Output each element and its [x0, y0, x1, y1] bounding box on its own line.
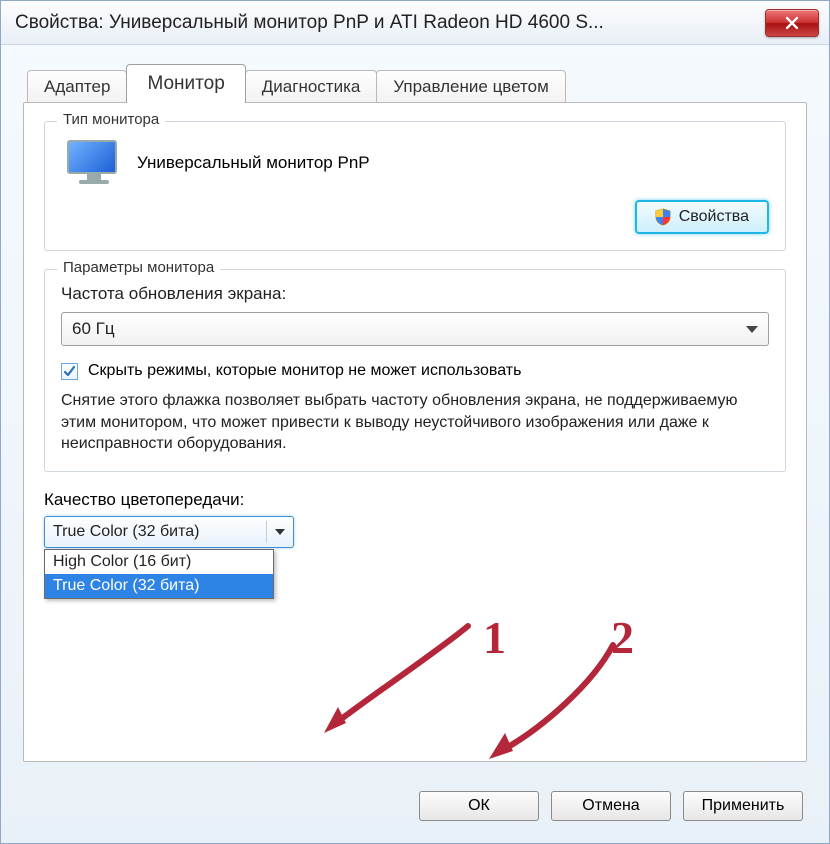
hide-modes-label: Скрыть режимы, которые монитор не может … — [88, 362, 521, 380]
hide-modes-help-text: Снятие этого флажка позволяет выбрать ча… — [61, 390, 769, 455]
tabstrip: Адаптер Монитор Диагностика Управление ц… — [27, 63, 807, 102]
group-monitor-settings: Параметры монитора Частота обновления эк… — [44, 269, 786, 472]
titlebar: Свойства: Универсальный монитор PnP и AT… — [1, 1, 829, 45]
hide-modes-checkbox[interactable] — [61, 363, 78, 380]
monitor-device-name: Универсальный монитор PnP — [137, 153, 370, 173]
dialog-button-row: ОК Отмена Применить — [419, 791, 803, 821]
monitor-device-row: Универсальный монитор PnP — [61, 136, 769, 200]
tab-adapter[interactable]: Адаптер — [27, 70, 127, 103]
monitor-icon — [67, 140, 121, 186]
color-quality-selected: True Color (32 бита) — [53, 523, 199, 541]
close-button[interactable] — [765, 9, 819, 37]
dialog-window: Свойства: Универсальный монитор PnP и AT… — [0, 0, 830, 844]
cancel-button[interactable]: Отмена — [551, 791, 671, 821]
group-monitor-type: Тип монитора Универсальный монитор PnP — [44, 121, 786, 251]
group-monitor-type-legend: Тип монитора — [57, 111, 165, 128]
chevron-down-icon — [275, 529, 285, 535]
properties-button[interactable]: Свойства — [635, 200, 769, 234]
color-quality-label: Качество цветопередачи: — [44, 490, 786, 510]
checkmark-icon — [63, 365, 76, 378]
color-quality-combo-wrap: True Color (32 бита) High Color (16 бит)… — [44, 516, 294, 548]
tab-monitor[interactable]: Монитор — [126, 64, 245, 103]
color-option-32bit[interactable]: True Color (32 бита) — [45, 574, 273, 598]
color-option-16bit[interactable]: High Color (16 бит) — [45, 550, 273, 574]
color-quality-combo[interactable]: True Color (32 бита) — [44, 516, 294, 548]
group-monitor-settings-legend: Параметры монитора — [57, 259, 220, 276]
apply-button[interactable]: Применить — [683, 791, 803, 821]
chevron-down-icon — [746, 326, 758, 333]
client-area: Адаптер Монитор Диагностика Управление ц… — [23, 63, 807, 821]
color-quality-dropdown: High Color (16 бит) True Color (32 бита) — [44, 549, 274, 599]
window-title: Свойства: Универсальный монитор PnP и AT… — [15, 12, 765, 34]
hide-modes-row: Скрыть режимы, которые монитор не может … — [61, 362, 769, 380]
uac-shield-icon — [655, 208, 671, 226]
ok-button[interactable]: ОК — [419, 791, 539, 821]
tab-diagnostics[interactable]: Диагностика — [245, 70, 378, 103]
tab-page-monitor: Тип монитора Универсальный монитор PnP — [23, 102, 807, 762]
tab-color-management[interactable]: Управление цветом — [376, 70, 565, 103]
refresh-rate-label: Частота обновления экрана: — [61, 284, 769, 304]
properties-button-label: Свойства — [679, 208, 749, 226]
refresh-rate-value: 60 Гц — [72, 319, 115, 339]
refresh-rate-combo[interactable]: 60 Гц — [61, 312, 769, 346]
close-icon — [785, 16, 799, 30]
